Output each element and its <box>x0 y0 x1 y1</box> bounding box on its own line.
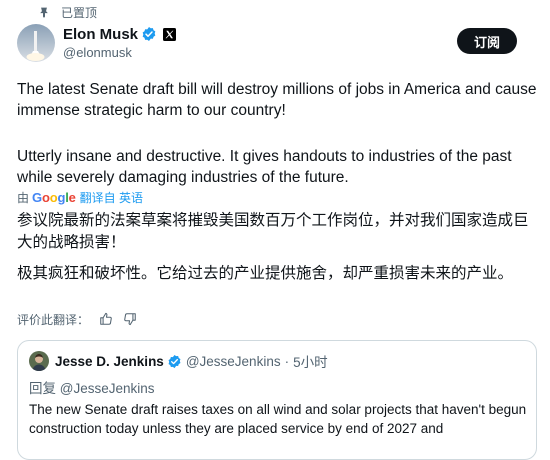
pinned-label: 已置顶 <box>61 5 98 20</box>
translation-by-label: 由 <box>17 191 30 205</box>
pin-icon <box>40 7 48 18</box>
author-avatar[interactable] <box>17 24 55 62</box>
author-name-row: Elon Musk <box>63 24 177 44</box>
tweet-paragraph: Utterly insane and destructive. It gives… <box>17 148 512 186</box>
tweet-paragraph: The latest Senate draft bill will destro… <box>17 81 537 119</box>
quoted-author-handle[interactable]: @JesseJenkins <box>186 354 281 369</box>
thumbs-down-icon[interactable] <box>123 312 137 326</box>
quoted-author-name[interactable]: Jesse D. Jenkins <box>55 354 164 369</box>
translated-paragraph: 参议院最新的法案草案将摧毁美国数百万个工作岗位，并对我们国家造成巨大的战略损害！ <box>17 212 529 251</box>
thumbs-up-icon[interactable] <box>99 312 113 326</box>
subscribe-button[interactable]: 订阅 <box>457 28 517 54</box>
author-handle[interactable]: @elonmusk <box>63 45 132 60</box>
quoted-author-avatar[interactable] <box>29 351 49 371</box>
quoted-tweet-text: The new Senate draft raises taxes on all… <box>29 402 527 436</box>
translated-paragraph: 极其疯狂和破坏性。它给过去的产业提供施舍，却严重损害未来的产业。 <box>17 265 514 282</box>
meta-separator: · <box>284 353 290 369</box>
quoted-tweet-header: Jesse D. Jenkins @JesseJenkins · 5小时 <box>29 351 328 371</box>
x-affiliation-icon <box>163 27 177 41</box>
rate-translation-row: 评价此翻译： <box>17 310 137 328</box>
rate-translation-label: 评价此翻译： <box>17 312 90 327</box>
verified-badge-icon <box>168 354 181 368</box>
google-logo-icon: Google <box>32 190 76 205</box>
translated-from-link[interactable]: 翻译自 英语 <box>80 189 143 206</box>
author-display-name[interactable]: Elon Musk <box>63 26 138 43</box>
pinned-indicator: 已置顶 <box>37 4 97 20</box>
quoted-tweet-card[interactable]: Jesse D. Jenkins @JesseJenkins · 5小时 回复 … <box>17 340 537 460</box>
verified-badge-icon <box>142 27 156 41</box>
reply-to-label: 回复 @JesseJenkins <box>29 381 155 396</box>
translation-attribution: 由 Google 翻译自 英语 <box>17 189 143 206</box>
quoted-tweet-time[interactable]: 5小时 <box>293 351 328 371</box>
